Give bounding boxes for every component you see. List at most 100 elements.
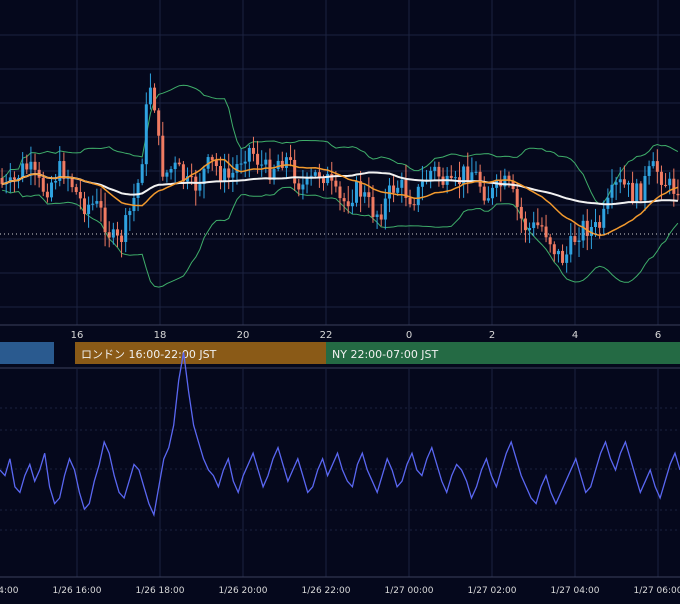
candle-body (280, 160, 284, 168)
candle-body (264, 159, 268, 165)
x-tick-label: 22 (320, 330, 333, 341)
candle-body (173, 162, 177, 170)
candle-body (598, 222, 602, 228)
candle-body (210, 157, 214, 161)
candle-body (239, 163, 243, 165)
x-tick-label: 1/27 06:00 (633, 586, 680, 596)
candle-body (659, 171, 663, 185)
session-label: NY 22:00-07:00 JST (332, 348, 439, 361)
candle-body (99, 201, 103, 208)
session-label: ロンドン 16:00-22:00 JST (81, 348, 217, 361)
x-tick-label: 6 (655, 330, 661, 341)
x-tick-label: 2 (489, 330, 495, 341)
candle-body (103, 207, 107, 233)
candle-body (552, 244, 556, 255)
candle-body (218, 166, 222, 182)
candle-body (577, 240, 581, 242)
candle-body (639, 183, 643, 201)
candle-body (668, 178, 672, 186)
candle-body (313, 172, 317, 176)
candle-body (227, 168, 231, 178)
candle-body (453, 177, 457, 179)
oscillator-panel-grid (0, 367, 680, 578)
candle-body (276, 160, 280, 169)
candle-body (144, 104, 148, 165)
candle-body (338, 186, 342, 199)
candle-body (482, 186, 486, 201)
candle-body (622, 179, 626, 185)
candle-body (664, 184, 668, 186)
candle-body (153, 87, 157, 111)
candle-body (322, 178, 326, 184)
candle-body (676, 193, 680, 196)
candle-body (618, 179, 622, 183)
x-tick-label: 4 (572, 330, 578, 341)
candle-body (647, 166, 651, 176)
candle-body (78, 191, 82, 199)
candle-body (21, 163, 25, 178)
candle-body (293, 159, 297, 184)
candle-body (45, 191, 49, 198)
x-tick-label: 16 (71, 330, 84, 341)
candle-body (62, 161, 66, 179)
candle-body (120, 235, 124, 242)
candle-body (41, 177, 45, 192)
candle-body (532, 222, 536, 229)
candle-body (128, 211, 132, 216)
candle-body (111, 229, 115, 238)
candle-body (626, 182, 630, 185)
candle-body (251, 147, 255, 154)
candle-body (107, 232, 111, 238)
candle-body (177, 162, 181, 165)
candle-body (371, 197, 375, 217)
candle-body (198, 184, 202, 191)
candle-body (383, 198, 387, 220)
candle-body (297, 183, 301, 190)
candle-body (136, 182, 140, 198)
candle-body (301, 184, 305, 190)
candle-body (140, 164, 144, 183)
candle-body (95, 201, 99, 204)
candle-body (540, 225, 544, 227)
candle-body (268, 159, 272, 180)
candle-body (400, 179, 404, 188)
candle-body (523, 218, 527, 231)
candle-body (223, 168, 227, 182)
candle-body (569, 236, 573, 255)
candle-body (561, 250, 565, 263)
candle-body (672, 178, 676, 194)
candle-body (289, 157, 293, 160)
candle-body (29, 161, 33, 170)
candle-body (74, 187, 78, 192)
candle-body (420, 181, 424, 187)
candle-body (260, 164, 264, 166)
session-bar: ロンドン 16:00-22:00 JST NY 22:00-07:00 JST (0, 342, 680, 364)
oscillator-line (0, 352, 680, 518)
candle-body (528, 228, 532, 231)
candle-body (433, 166, 437, 171)
candle-body (363, 192, 367, 197)
candle-body (581, 220, 585, 241)
candle-body (350, 202, 354, 207)
candle-body (346, 201, 350, 207)
candle-body (82, 198, 86, 215)
candle-body (284, 157, 288, 168)
candle-body (91, 203, 95, 205)
x-tick-label: 1/26 14:00 (0, 586, 19, 596)
candle-body (247, 147, 251, 162)
candle-body (392, 185, 396, 193)
candle-body (367, 192, 371, 198)
candle-body (379, 214, 383, 220)
candle-body (243, 161, 247, 164)
x-tick-label: 20 (237, 330, 250, 341)
candle-body (474, 171, 478, 173)
candle-body (412, 204, 416, 206)
candle-body (12, 177, 16, 180)
candle-body (544, 226, 548, 238)
x-tick-label: 1/26 20:00 (218, 586, 267, 596)
candle-body (519, 206, 523, 219)
candle-body (181, 164, 185, 182)
candle-body (655, 161, 659, 172)
candle-body (478, 171, 482, 187)
candle-body (124, 215, 128, 242)
